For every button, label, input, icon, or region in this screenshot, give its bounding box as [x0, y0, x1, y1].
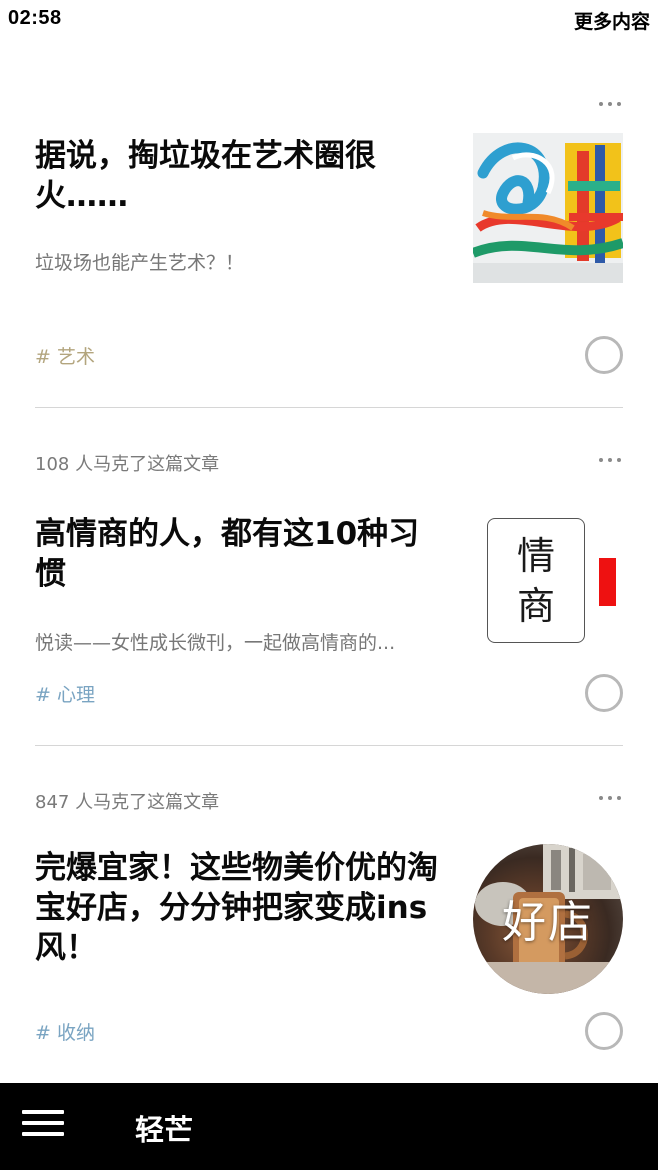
abstract-art-sculpture-icon	[473, 133, 623, 283]
status-bar: 02:58 更多内容	[0, 0, 658, 38]
divider	[35, 745, 623, 746]
eq-logo-box: 情 商	[487, 518, 585, 643]
article-tag[interactable]: # 收纳	[35, 1018, 95, 1045]
article-card[interactable]: 108 人马克了这篇文章 高情商的人，都有这10种习惯 悦读——女性成长微刊，一…	[35, 440, 623, 745]
article-thumbnail[interactable]: 情 商	[473, 516, 623, 666]
article-subtitle: 悦读——女性成长微刊，一起做高情商的...	[35, 632, 396, 654]
article-card[interactable]: 847 人马克了这篇文章 完爆宜家！这些物美价优的淘宝好店，分分钟把家变成ins…	[35, 778, 623, 1068]
screen: 02:58 更多内容 据说，掏垃圾在艺术圈很火…… 垃圾场也能产生艺术？！ # …	[0, 0, 658, 1170]
divider	[35, 407, 623, 408]
status-time: 02:58	[8, 7, 62, 29]
article-thumbnail[interactable]: 好店	[473, 844, 623, 994]
article-card[interactable]: 据说，掏垃圾在艺术圈很火…… 垃圾场也能产生艺术？！ # 艺术	[35, 94, 623, 407]
article-title[interactable]: 完爆宜家！这些物美价优的淘宝好店，分分钟把家变成ins风！	[35, 848, 445, 968]
more-options-icon[interactable]	[597, 94, 623, 114]
mark-circle-button[interactable]	[585, 674, 623, 712]
shop-label: 好店	[502, 897, 594, 948]
marked-count: 108 人马克了这篇文章	[35, 454, 220, 475]
article-title[interactable]: 高情商的人，都有这10种习惯	[35, 514, 445, 594]
red-accent-bar	[599, 558, 616, 606]
article-subtitle: 垃圾场也能产生艺术？！	[35, 252, 245, 274]
eq-char-1: 情	[516, 533, 555, 578]
more-options-icon[interactable]	[597, 788, 623, 808]
app-name: 轻芒	[135, 1113, 194, 1147]
bottom-navigation-bar: 轻芒	[0, 1083, 658, 1170]
article-title[interactable]: 据说，掏垃圾在艺术圈很火……	[35, 136, 445, 216]
eq-char-2: 商	[516, 583, 555, 628]
hamburger-menu-icon[interactable]	[22, 1110, 66, 1142]
article-tag[interactable]: # 艺术	[35, 342, 95, 369]
mark-circle-button[interactable]	[585, 336, 623, 374]
article-tag[interactable]: # 心理	[35, 680, 95, 707]
marked-count: 847 人马克了这篇文章	[35, 792, 220, 813]
mark-circle-button[interactable]	[585, 1012, 623, 1050]
article-thumbnail[interactable]	[473, 133, 623, 283]
more-options-icon[interactable]	[597, 450, 623, 470]
more-content-link[interactable]: 更多内容	[574, 7, 650, 34]
